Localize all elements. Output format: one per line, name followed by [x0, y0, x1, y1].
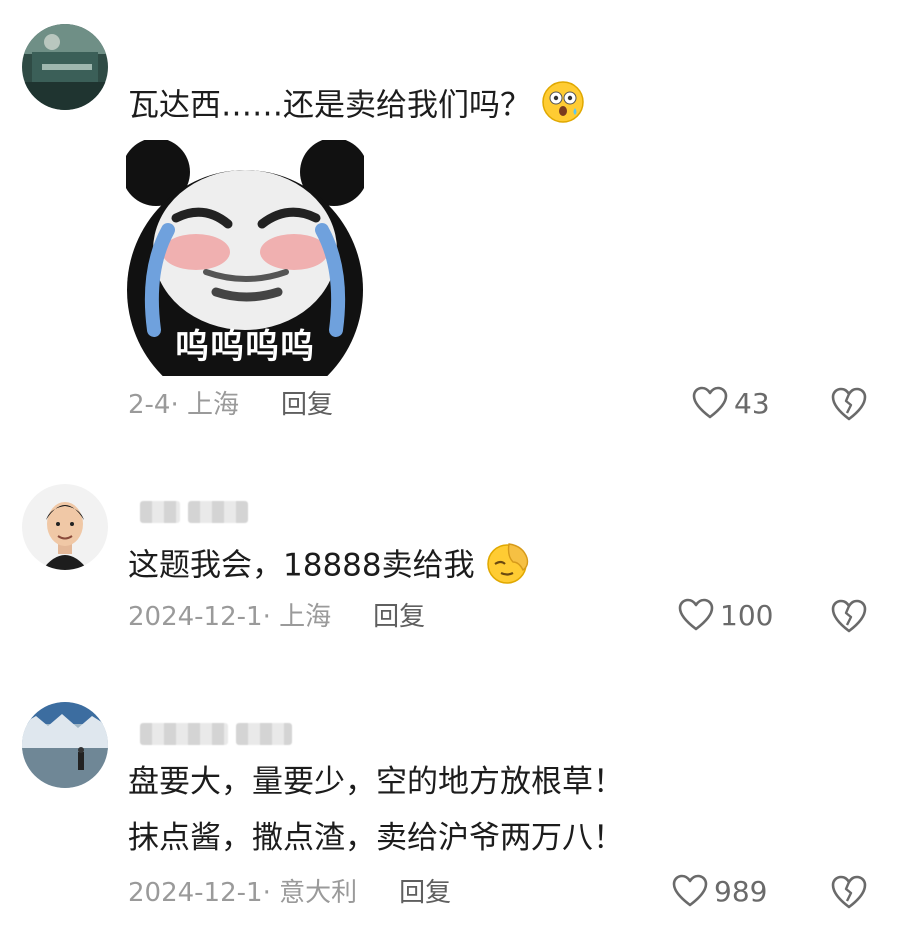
sticker-caption: 呜呜呜呜: [175, 327, 315, 367]
like-button[interactable]: 100: [678, 598, 773, 632]
dislike-button[interactable]: [830, 598, 868, 634]
comment-text-line-1: 盘要大，量要少，空的地方放根草！: [128, 764, 624, 800]
like-count: 43: [734, 386, 770, 420]
blurred-name-part: [140, 501, 180, 523]
heart-outline-icon: [672, 874, 708, 907]
meta-separator: ·: [262, 878, 280, 908]
reply-button[interactable]: 回复: [373, 600, 425, 634]
avatar[interactable]: [22, 702, 108, 788]
avatar-image: [22, 484, 108, 570]
comment-location: 意大利: [279, 878, 358, 908]
blurred-name-part: [188, 501, 248, 523]
comment-text: 盘要大，量要少，空的地方放根草！: [128, 762, 624, 802]
broken-heart-icon: [831, 599, 867, 633]
facepalm-emoji-icon: [485, 540, 531, 594]
comment-text: 瓦达西……还是卖给我们吗？: [128, 80, 585, 134]
comment-meta: 2-4· 上海 回复: [128, 388, 333, 422]
like-count: 100: [720, 598, 774, 632]
like-count: 989: [714, 874, 768, 908]
comment-date: 2024-12-1: [128, 602, 263, 632]
blurred-name-part: [140, 723, 228, 745]
avatar[interactable]: [22, 484, 108, 570]
panda-crying-sticker[interactable]: 呜呜呜呜: [126, 140, 364, 376]
reply-button[interactable]: 回复: [281, 388, 333, 422]
comment-date: 2-4: [128, 390, 171, 420]
comment-location: 上海: [279, 602, 332, 632]
comment-text-content: 这题我会，18888卖给我: [128, 547, 475, 584]
comment-location: 上海: [187, 390, 240, 420]
username-blurred: [140, 722, 292, 746]
meta-separator: ·: [170, 390, 187, 420]
broken-heart-icon: [831, 387, 867, 421]
username-blurred: [140, 500, 248, 524]
comment-1: 瓦达西……还是卖给我们吗？ 呜呜呜呜 2-4· 上海 回复 43: [0, 0, 900, 460]
comment-text-line-2: 抹点酱，撒点渣，卖给沪爷两万八！: [128, 820, 624, 856]
like-button[interactable]: 43: [692, 386, 770, 420]
dislike-button[interactable]: [830, 874, 868, 910]
surprised-face-emoji-icon: [541, 80, 585, 134]
comment-text-content: 瓦达西……还是卖给我们吗？: [128, 87, 531, 124]
dislike-button[interactable]: [830, 386, 868, 422]
broken-heart-icon: [831, 875, 867, 909]
avatar-image: [22, 702, 108, 788]
heart-outline-icon: [692, 386, 728, 419]
reply-button[interactable]: 回复: [399, 876, 451, 910]
comment-meta: 2024-12-1· 上海 回复: [128, 600, 425, 634]
comment-date: 2024-12-1: [128, 878, 263, 908]
like-button[interactable]: 989: [672, 874, 767, 908]
avatar-image: [22, 24, 108, 110]
meta-separator: ·: [262, 602, 280, 632]
avatar[interactable]: [22, 24, 108, 110]
comment-text: 抹点酱，撒点渣，卖给沪爷两万八！: [128, 818, 624, 858]
comment-text: 这题我会，18888卖给我: [128, 540, 531, 594]
heart-outline-icon: [678, 598, 714, 631]
blurred-name-part: [236, 723, 292, 745]
comment-meta: 2024-12-1· 意大利 回复: [128, 876, 451, 910]
